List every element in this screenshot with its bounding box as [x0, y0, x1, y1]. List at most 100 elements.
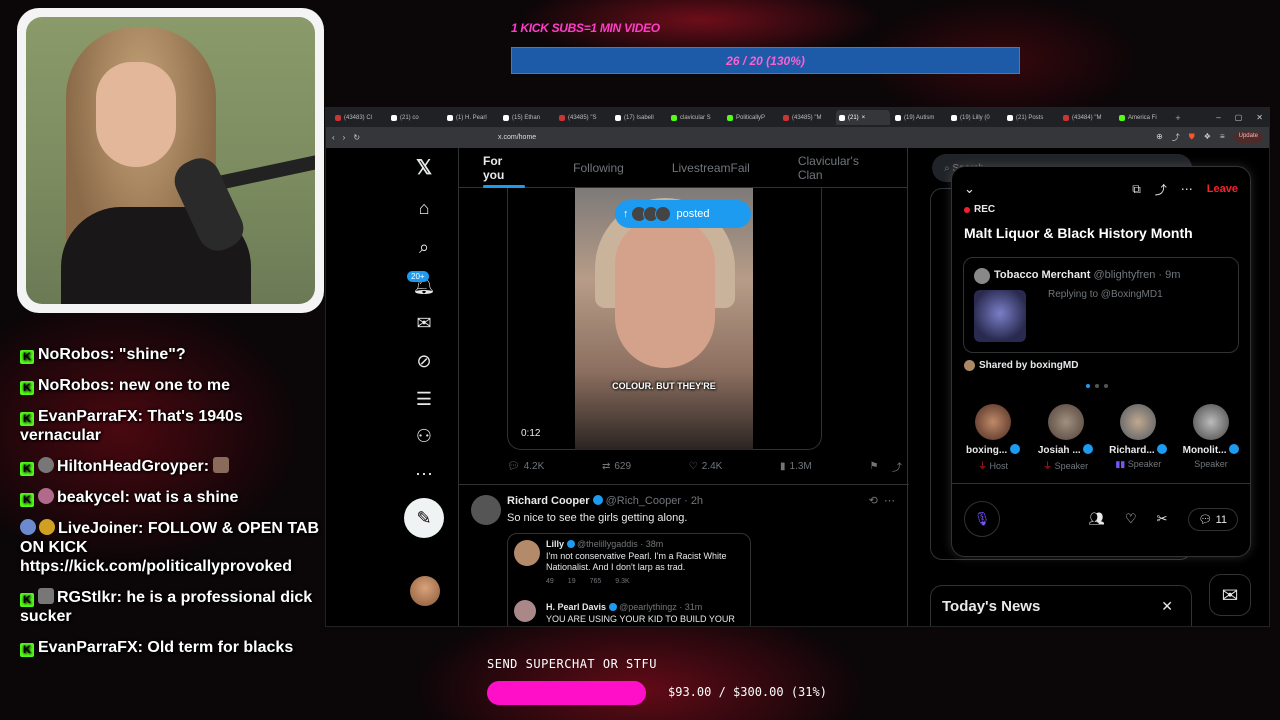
- extensions-icon[interactable]: ❖: [1204, 132, 1211, 143]
- tab-title: (1) H. Pearl: [456, 114, 487, 121]
- pill-avatars: [630, 206, 671, 222]
- author-avatar[interactable]: [471, 495, 501, 525]
- tab-for-you[interactable]: For you: [459, 148, 549, 188]
- more-options-icon[interactable]: ⟲ ⋯: [869, 494, 895, 507]
- superchat-goal-label: SEND SUPERCHAT OR STFU: [487, 657, 657, 671]
- browser-tab[interactable]: clavicular S: [668, 110, 722, 125]
- browser-tab[interactable]: (21) co: [388, 110, 442, 125]
- grok-icon[interactable]: ⊘: [404, 346, 444, 376]
- browser-tab[interactable]: (43484) "M: [1060, 110, 1114, 125]
- new-tab-icon[interactable]: +: [1172, 113, 1184, 123]
- share-icon[interactable]: ⤴: [1155, 181, 1167, 198]
- minimize-space-icon[interactable]: ⧉: [1132, 182, 1141, 197]
- chat-username: NoRobos: [38, 377, 110, 394]
- leave-button[interactable]: Leave: [1207, 183, 1238, 195]
- youtube-icon: [783, 114, 789, 121]
- quote-like-count: 765: [589, 578, 602, 585]
- chat-text: Old term for blacks: [147, 639, 294, 656]
- browser-tab[interactable]: (15) Ethan: [500, 110, 554, 125]
- kick-icon: K: [20, 462, 34, 476]
- chevron-down-icon[interactable]: ⌄: [964, 181, 975, 197]
- messages-icon[interactable]: ✉: [404, 308, 444, 338]
- share-icon[interactable]: ⤴: [892, 459, 902, 474]
- browser-tab[interactable]: PoliticallyP: [724, 110, 778, 125]
- kick-icon: K: [20, 381, 34, 395]
- quote-author-avatar: [514, 540, 540, 566]
- close-icon[interactable]: ✕: [1161, 598, 1173, 615]
- browser-tab[interactable]: (19) Autism: [892, 110, 946, 125]
- request-mic-button[interactable]: 🎙︎: [964, 501, 1000, 537]
- verified-icon: [1157, 444, 1168, 454]
- quote-repost-count: 19: [567, 578, 576, 585]
- sharer-avatar: [964, 360, 975, 371]
- tab-close-icon[interactable]: ×: [862, 115, 866, 121]
- quote2-text: YOU ARE USING YOUR KID TO BUILD YOUR: [546, 614, 735, 624]
- badge-emote-icon: [39, 519, 55, 535]
- tweet[interactable]: Richard Cooper @Rich_Cooper · 2h ⟲ ⋯ So …: [459, 484, 909, 626]
- speaker[interactable]: Monolit... Speaker: [1176, 404, 1246, 472]
- browser-tab-active[interactable]: (21) ×: [836, 110, 890, 125]
- quoted-tweet[interactable]: Lilly @thelillygaddis · 38m I'm not cons…: [507, 533, 751, 626]
- tab-following[interactable]: Following: [549, 148, 648, 188]
- tab-title: (19) Lilly (0: [960, 114, 990, 121]
- notifications-badge: 20+: [407, 271, 429, 282]
- x-logo-icon[interactable]: 𝕏: [404, 152, 444, 182]
- browser-tab[interactable]: (43485) "S: [556, 110, 610, 125]
- tab-title: (43483) Cl: [344, 114, 373, 121]
- reload-icon[interactable]: ↻: [353, 133, 360, 142]
- speaker[interactable]: Richard... ▮▮ Speaker: [1103, 404, 1173, 472]
- clip-icon[interactable]: ✂: [1157, 511, 1168, 527]
- quote-author-name: Lilly: [546, 539, 565, 549]
- like-button[interactable]: ♡ 2.4K: [689, 459, 723, 474]
- people-icon[interactable]: 👥︎: [1088, 511, 1105, 527]
- maximize-icon[interactable]: ▢: [1235, 113, 1243, 122]
- brave-shield-icon[interactable]: ⛊: [1189, 132, 1195, 143]
- minimize-icon[interactable]: –: [1216, 113, 1220, 122]
- chat-text: "shine"?: [118, 346, 186, 363]
- forward-icon[interactable]: ›: [343, 133, 346, 142]
- speaker[interactable]: Josiah ... ⏚ Speaker: [1031, 404, 1101, 472]
- browser-tab[interactable]: (1) H. Pearl: [444, 110, 498, 125]
- zoom-icon[interactable]: ⊕: [1156, 132, 1163, 143]
- back-icon[interactable]: ‹: [332, 133, 335, 142]
- comments-button[interactable]: 💬︎ 11: [1187, 507, 1238, 531]
- reply-button[interactable]: 💬︎ 4.2K: [507, 459, 544, 474]
- browser-tab[interactable]: (43485) "M: [780, 110, 834, 125]
- bookmark-icon[interactable]: ⚑: [869, 461, 878, 472]
- messages-drawer-button[interactable]: ✉: [1209, 574, 1251, 616]
- browser-tab[interactable]: America Fi: [1116, 110, 1170, 125]
- quote-view-count: 9.3K: [615, 578, 630, 585]
- update-button[interactable]: Update: [1233, 132, 1263, 143]
- reply-count: 4.2K: [523, 461, 545, 472]
- browser-tab[interactable]: (43483) Cl: [332, 110, 386, 125]
- url-field[interactable]: x.com/home: [498, 134, 536, 141]
- more-icon[interactable]: ⋯: [404, 459, 444, 489]
- like-count: 2.4K: [701, 461, 723, 472]
- browser-tab[interactable]: (19) Lilly (0: [948, 110, 1002, 125]
- author-name[interactable]: Richard Cooper: [507, 495, 590, 507]
- browser-tab[interactable]: (21) Posts: [1004, 110, 1058, 125]
- speaker[interactable]: boxing... ⏚ Host: [958, 404, 1028, 472]
- lists-icon[interactable]: ☰: [404, 384, 444, 414]
- new-posts-pill[interactable]: ↑ posted: [615, 200, 751, 228]
- post-button[interactable]: ✎: [404, 498, 444, 538]
- profile-icon[interactable]: ⚇: [404, 421, 444, 451]
- pinned-author-name: Tobacco Merchant: [994, 269, 1091, 281]
- menu-icon[interactable]: ≡: [1220, 132, 1225, 143]
- search-icon[interactable]: ⌕: [404, 232, 444, 262]
- speaker-role: Speaker: [1176, 459, 1246, 469]
- chat-username: EvanParraFX: [38, 639, 138, 656]
- repost-button[interactable]: ⇄ 629: [602, 459, 631, 474]
- views-button[interactable]: ▮ 1.3M: [780, 459, 812, 474]
- browser-tab[interactable]: (17) Isabell: [612, 110, 666, 125]
- more-icon[interactable]: ⋯: [1181, 182, 1193, 196]
- kick-icon: K: [20, 493, 34, 507]
- tab-livestreamfail[interactable]: LivestreamFail: [648, 148, 774, 188]
- pinned-post[interactable]: Tobacco Merchant @blightyfren · 9m Reply…: [963, 257, 1239, 353]
- home-icon[interactable]: ⌂: [404, 193, 444, 223]
- share-icon[interactable]: ⤴: [1172, 132, 1180, 143]
- account-avatar[interactable]: [410, 576, 440, 606]
- close-window-icon[interactable]: ✕: [1256, 113, 1263, 122]
- tab-claviculars-clan[interactable]: Clavicular's Clan: [774, 148, 907, 188]
- reactions-icon[interactable]: ♡: [1125, 511, 1137, 527]
